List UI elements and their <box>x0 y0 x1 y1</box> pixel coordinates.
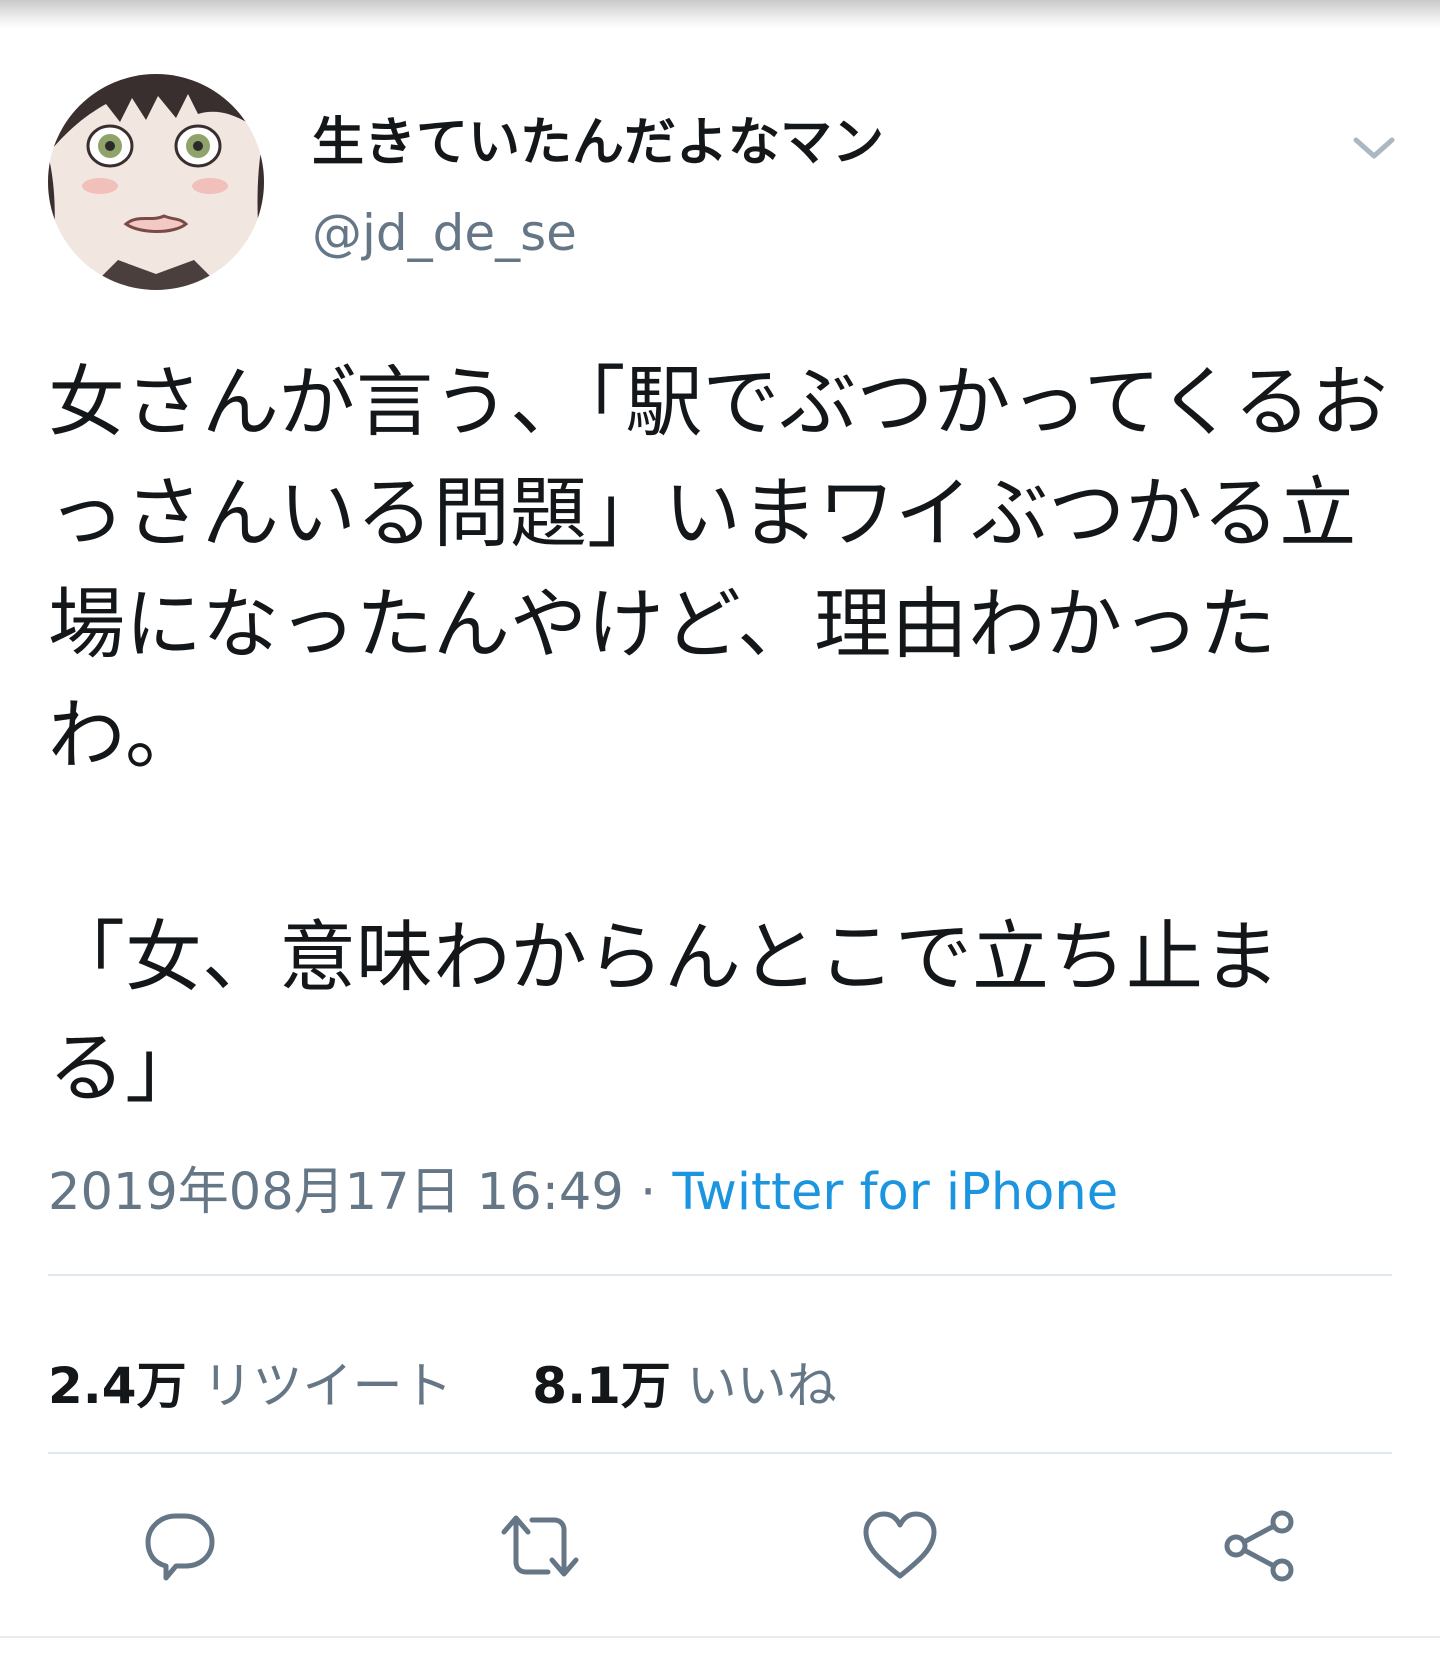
divider <box>0 1636 1440 1638</box>
tweet-source-link[interactable]: Twitter for iPhone <box>672 1163 1118 1222</box>
share-icon <box>1224 1510 1294 1582</box>
reply-icon <box>145 1513 215 1581</box>
meta-separator: · <box>640 1163 657 1222</box>
retweets-label: リツイート <box>202 1357 453 1415</box>
share-button[interactable] <box>1218 1504 1302 1588</box>
top-edge-shadow <box>0 0 1440 28</box>
retweet-button[interactable] <box>498 1504 582 1588</box>
retweet-icon <box>501 1515 579 1577</box>
retweets-count: 2.4万 <box>48 1357 187 1415</box>
tweet-stats: 2.4万 リツイート 8.1万 いいね <box>48 1346 837 1418</box>
divider <box>48 1274 1392 1276</box>
retweets-stat[interactable]: 2.4万 リツイート <box>48 1357 468 1415</box>
chevron-down-icon[interactable] <box>1350 132 1398 164</box>
reply-button[interactable] <box>138 1504 222 1588</box>
likes-stat[interactable]: 8.1万 いいね <box>532 1357 836 1415</box>
avatar-image <box>48 74 264 290</box>
heart-icon <box>863 1511 937 1579</box>
tweet-meta: 2019年08月17日 16:49 · Twitter for iPhone <box>48 1150 1118 1224</box>
tweet-timestamp: 2019年08月17日 16:49 <box>48 1163 624 1222</box>
avatar[interactable] <box>48 74 264 290</box>
user-handle[interactable]: @jd_de_se <box>312 204 577 262</box>
tweet-text: 女さんが言う、「駅でぶつかってくるおっさんいる問題」いまワイぶつかる立場になった… <box>48 359 1388 1114</box>
display-name[interactable]: 生きていたんだよなマン <box>312 100 884 175</box>
like-button[interactable] <box>858 1504 942 1588</box>
likes-label: いいね <box>686 1357 837 1415</box>
tweet-detail: 生きていたんだよなマン @jd_de_se 女さんが言う、「駅でぶつかってくるお… <box>0 28 1440 1680</box>
likes-count: 8.1万 <box>532 1357 671 1415</box>
divider <box>48 1452 1392 1454</box>
